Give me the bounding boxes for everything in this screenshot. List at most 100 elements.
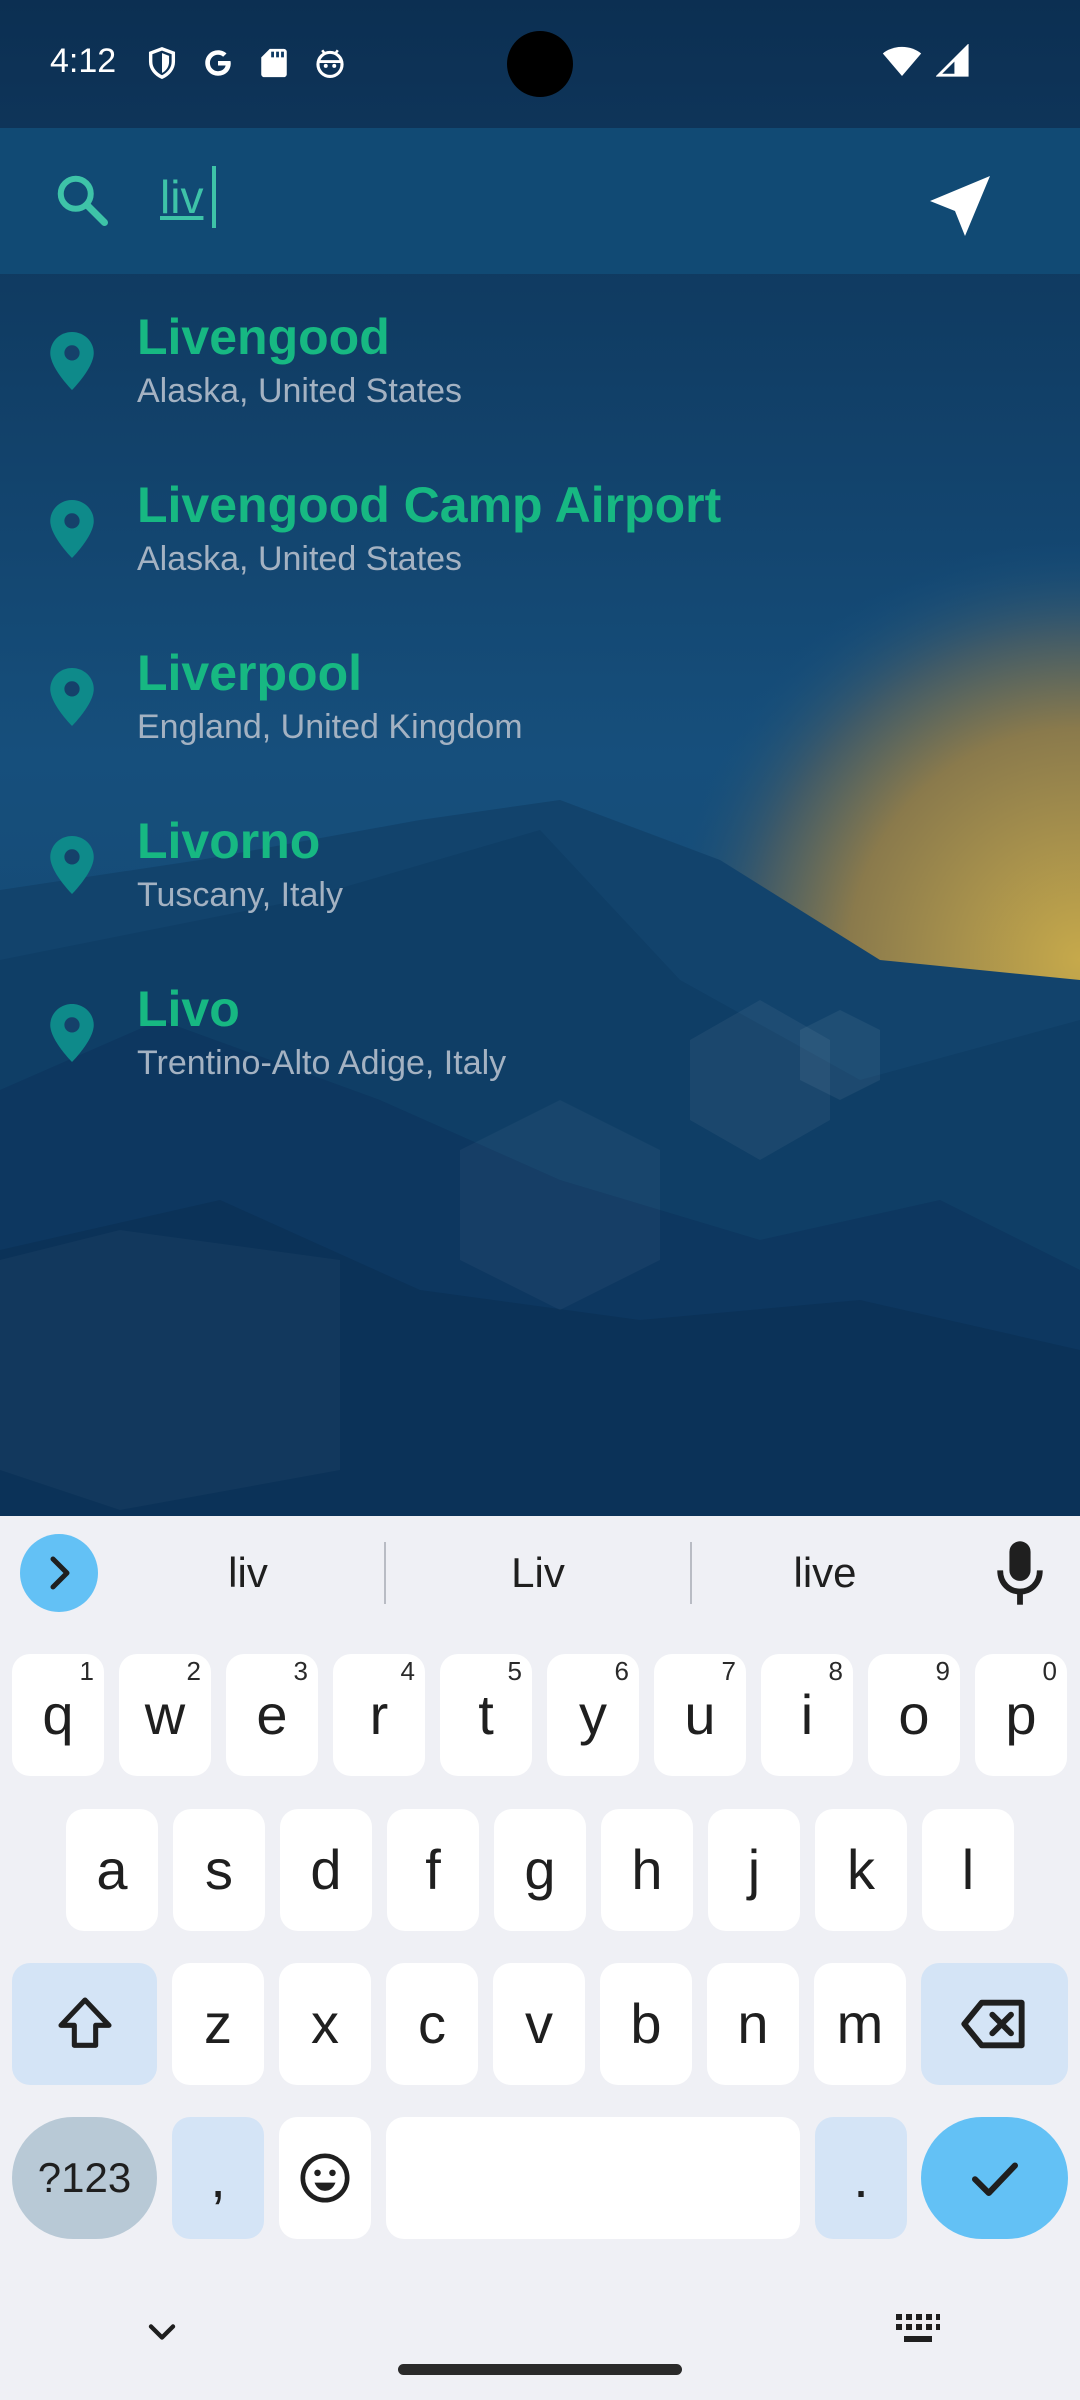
cell-signal-icon: [935, 43, 970, 83]
key-number-hint: 5: [507, 1656, 522, 1686]
location-pin-icon: [50, 332, 94, 390]
current-location-button[interactable]: [920, 166, 1000, 246]
key-e[interactable]: e3: [226, 1654, 318, 1776]
key-number-hint: 8: [828, 1656, 843, 1686]
space-key[interactable]: [386, 2117, 800, 2239]
key-number-hint: 6: [614, 1656, 629, 1686]
key-letter: q: [42, 1683, 74, 1746]
key-o[interactable]: o9: [868, 1654, 960, 1776]
location-pin-icon: [50, 1004, 94, 1062]
key-number-hint: 9: [935, 1656, 950, 1686]
key-letter: i: [800, 1683, 814, 1746]
key-g[interactable]: g: [494, 1809, 586, 1931]
suggestion-1[interactable]: liv: [128, 1538, 368, 1608]
key-s[interactable]: s: [173, 1809, 265, 1931]
keyboard-switch-icon[interactable]: [894, 2310, 942, 2350]
key-f[interactable]: f: [387, 1809, 479, 1931]
key-m[interactable]: m: [814, 1963, 906, 2085]
symbols-key[interactable]: ?123: [12, 2117, 157, 2239]
key-w[interactable]: w2: [119, 1654, 211, 1776]
key-letter: u: [684, 1683, 716, 1746]
comma-key[interactable]: ,: [172, 2117, 264, 2239]
result-name: Livorno: [137, 813, 321, 869]
key-letter: t: [478, 1683, 494, 1746]
list-item[interactable]: Livengood Camp Airport Alaska, United St…: [0, 442, 1080, 610]
key-number-hint: 3: [293, 1656, 308, 1686]
shift-key[interactable]: [12, 1963, 157, 2085]
location-pin-icon: [50, 668, 94, 726]
key-a[interactable]: a: [66, 1809, 158, 1931]
result-region: Tuscany, Italy: [137, 876, 343, 914]
key-c[interactable]: c: [386, 1963, 478, 2085]
list-item[interactable]: Livorno Tuscany, Italy: [0, 778, 1080, 946]
wifi-icon: [882, 44, 922, 83]
text-caret: [212, 166, 216, 228]
status-time: 4:12: [50, 42, 117, 80]
key-h[interactable]: h: [601, 1809, 693, 1931]
result-region: England, United Kingdom: [137, 708, 523, 746]
status-system-icons: [882, 43, 970, 83]
key-x[interactable]: x: [279, 1963, 371, 2085]
location-pin-icon: [50, 836, 94, 894]
key-letter: o: [898, 1683, 930, 1746]
result-region: Alaska, United States: [137, 540, 463, 578]
key-number-hint: 0: [1042, 1656, 1057, 1686]
expand-toolbar-button[interactable]: [20, 1534, 98, 1612]
done-key[interactable]: [921, 2117, 1068, 2239]
key-p[interactable]: p0: [975, 1654, 1067, 1776]
result-name: Livo: [137, 981, 240, 1037]
key-number-hint: 4: [400, 1656, 415, 1686]
key-l[interactable]: l: [922, 1809, 1014, 1931]
key-letter: p: [1005, 1683, 1037, 1746]
key-b[interactable]: b: [600, 1963, 692, 2085]
backspace-key[interactable]: [921, 1963, 1068, 2085]
period-key[interactable]: .: [815, 2117, 907, 2239]
key-r[interactable]: r4: [333, 1654, 425, 1776]
key-y[interactable]: y6: [547, 1654, 639, 1776]
search-input[interactable]: liv: [150, 152, 890, 252]
home-gesture-bar[interactable]: [398, 2364, 682, 2375]
list-item[interactable]: Liverpool England, United Kingdom: [0, 610, 1080, 778]
suggestion-divider: [690, 1542, 692, 1604]
list-item[interactable]: Livengood Alaska, United States: [0, 274, 1080, 442]
result-region: Alaska, United States: [137, 372, 463, 410]
emoji-key[interactable]: [279, 2117, 371, 2239]
key-letter: r: [369, 1683, 389, 1746]
key-j[interactable]: j: [708, 1809, 800, 1931]
key-number-hint: 7: [721, 1656, 736, 1686]
key-t[interactable]: t5: [440, 1654, 532, 1776]
location-pin-icon: [50, 500, 94, 558]
result-name: Livengood Camp Airport: [137, 477, 722, 533]
suggestion-3[interactable]: live: [705, 1538, 945, 1608]
key-d[interactable]: d: [280, 1809, 372, 1931]
key-letter: y: [579, 1683, 607, 1746]
sd-card-icon: [257, 46, 291, 80]
list-item[interactable]: Livo Trentino-Alto Adige, Italy: [0, 946, 1080, 1114]
result-region: Trentino-Alto Adige, Italy: [137, 1044, 507, 1082]
navigation-bar: [0, 2294, 1080, 2400]
suggestion-divider: [384, 1542, 386, 1604]
key-v[interactable]: v: [493, 1963, 585, 2085]
key-q[interactable]: q1: [12, 1654, 104, 1776]
key-k[interactable]: k: [815, 1809, 907, 1931]
hide-keyboard-icon[interactable]: [140, 2310, 184, 2354]
search-input-value: liv: [160, 171, 204, 223]
soft-keyboard: liv Liv live q1w2e3r4t5y6u7i8o9p0 asdfgh…: [0, 1516, 1080, 2400]
android-face-icon: [313, 46, 347, 80]
shield-icon: [145, 46, 179, 80]
key-z[interactable]: z: [172, 1963, 264, 2085]
camera-cutout: [507, 31, 573, 97]
key-i[interactable]: i8: [761, 1654, 853, 1776]
google-icon: [201, 46, 235, 80]
search-bar: liv: [0, 128, 1080, 274]
result-name: Livengood: [137, 309, 390, 365]
key-number-hint: 2: [186, 1656, 201, 1686]
key-letter: e: [256, 1683, 288, 1746]
status-bar: 4:12: [0, 0, 1080, 128]
key-n[interactable]: n: [707, 1963, 799, 2085]
result-name: Liverpool: [137, 645, 363, 701]
key-letter: w: [144, 1683, 186, 1746]
microphone-icon[interactable]: [988, 1536, 1052, 1610]
suggestion-2[interactable]: Liv: [418, 1538, 658, 1608]
key-u[interactable]: u7: [654, 1654, 746, 1776]
